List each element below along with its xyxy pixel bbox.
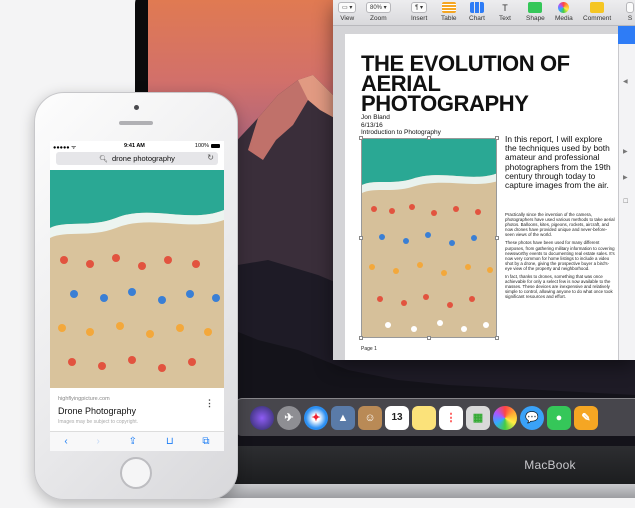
aerial-beach-image: [50, 170, 224, 388]
launchpad-icon[interactable]: ✈: [277, 405, 301, 430]
document-title: THE EVOLUTION OF AERIAL PHOTOGRAPHY: [361, 51, 570, 116]
tabs-icon[interactable]: ⧉: [202, 436, 209, 447]
chevron-right-icon[interactable]: ▶: [623, 148, 628, 155]
document-photo[interactable]: [361, 138, 497, 338]
selection-handle[interactable]: [359, 236, 363, 240]
earpiece-speaker: [119, 121, 153, 125]
photo-booth-icon[interactable]: ▦: [466, 405, 490, 430]
text-tool[interactable]: T Text: [499, 2, 511, 23]
chevron-left-icon[interactable]: ◀: [623, 78, 628, 85]
back-icon[interactable]: ‹: [64, 436, 67, 447]
table-tool[interactable]: Table: [441, 2, 457, 22]
notes-icon[interactable]: [412, 405, 436, 430]
share-icon: [626, 2, 634, 13]
safari-toolbar: ‹ › ⇪ ⊔ ⧉: [50, 431, 224, 451]
document-body: Practically since the invention of the c…: [505, 212, 615, 303]
media-icon: [558, 2, 570, 13]
safari-icon[interactable]: ✦: [304, 405, 328, 430]
macbook-base: [200, 484, 635, 498]
battery-percent: 100%: [194, 143, 209, 149]
document-lead: In this report, I will explore the techn…: [505, 134, 611, 191]
document-page[interactable]: THE EVOLUTION OF AERIAL PHOTOGRAPHY Jon …: [345, 34, 620, 360]
photos-icon[interactable]: [493, 405, 517, 430]
home-button[interactable]: [120, 457, 152, 489]
body-paragraph: These photos have been used for many dif…: [505, 240, 615, 271]
zoom-tool[interactable]: 80% ▾ Zoom: [366, 2, 391, 22]
front-camera: [134, 105, 139, 110]
comment-tool[interactable]: Comment: [583, 2, 611, 22]
facetime-icon[interactable]: ●: [547, 405, 571, 430]
body-paragraph: In fact, thanks to drones, something tha…: [505, 274, 613, 300]
chart-icon: [469, 2, 484, 13]
chevron-right-icon[interactable]: ▶: [623, 174, 628, 181]
view-tool[interactable]: ▭ ▾ View: [338, 2, 357, 22]
document-author: Jon Bland: [361, 114, 390, 121]
copyright-note: Images may be subject to copyright.: [58, 419, 139, 425]
bookmarks-icon[interactable]: ⊔: [166, 436, 174, 447]
reload-icon[interactable]: ↻: [207, 153, 214, 162]
insert-icon: ¶ ▾: [411, 2, 428, 13]
view-icon: ▭ ▾: [338, 2, 357, 13]
aerial-beach-photo: [362, 139, 496, 337]
calendar-icon[interactable]: 13: [385, 405, 409, 430]
shape-icon: [528, 2, 543, 13]
status-time: 9:41 AM: [124, 143, 145, 149]
search-icon: 🔍︎: [99, 155, 108, 163]
result-site: highflyingpicture.com: [58, 396, 110, 402]
media-tool[interactable]: Media: [555, 2, 573, 22]
inspector-tab-active[interactable]: [618, 26, 635, 44]
share-tool[interactable]: S: [626, 2, 634, 22]
siri-icon[interactable]: [250, 405, 274, 430]
safari-search-field[interactable]: 🔍︎ drone photography ↻: [56, 152, 218, 165]
reminders-icon[interactable]: ⋮: [439, 405, 463, 430]
selection-handle[interactable]: [495, 336, 499, 340]
selection-handle[interactable]: [427, 136, 431, 140]
shape-tool[interactable]: Shape: [526, 2, 545, 22]
status-bar: ●●●●● ᯤ 9:41 AM 100%: [50, 141, 224, 151]
format-inspector[interactable]: ◀ ▶ ▶ ☐: [618, 26, 635, 360]
search-query: drone photography: [111, 154, 175, 163]
zoom-select[interactable]: 80% ▾: [366, 2, 391, 13]
table-icon: [441, 2, 456, 13]
image-result-info[interactable]: highflyingpicture.com Drone Photography …: [58, 396, 218, 425]
macbook-label: MacBook: [524, 458, 576, 472]
photo-app-icon[interactable]: ▲: [331, 405, 355, 430]
chart-tool[interactable]: Chart: [469, 2, 485, 22]
more-options-icon[interactable]: ⋮: [205, 398, 214, 409]
checkbox-icon[interactable]: ☐: [623, 198, 628, 205]
result-title: Drone Photography: [58, 406, 137, 416]
body-paragraph: Practically since the invention of the c…: [505, 212, 615, 238]
selection-handle[interactable]: [495, 236, 499, 240]
selection-handle[interactable]: [359, 336, 363, 340]
selection-handle[interactable]: [359, 136, 363, 140]
text-icon: T: [502, 2, 508, 13]
dock: ✈ ✦ ▲ ☺ 13 ⋮ ▦ 💬 ● ✎: [236, 398, 635, 436]
scene: ✈ ✦ ▲ ☺ 13 ⋮ ▦ 💬 ● ✎ MacBook ▭ ▾ View 80…: [0, 0, 635, 508]
document-meta: Jon Bland 6/13/16 Introduction to Photog…: [361, 114, 441, 137]
beach-image[interactable]: [50, 170, 224, 388]
pages-toolbar: ▭ ▾ View 80% ▾ Zoom ¶ ▾ Insert Table Cha…: [333, 0, 635, 26]
selection-handle[interactable]: [495, 136, 499, 140]
selection-handle[interactable]: [427, 336, 431, 340]
messages-icon[interactable]: 💬: [520, 405, 544, 430]
document-date: 6/13/16: [361, 121, 383, 129]
iphone: ●●●●● ᯤ 9:41 AM 100% 🔍︎ drone photograph…: [34, 92, 238, 500]
battery-icon: [211, 144, 220, 148]
carrier-signal: ●●●●● ᯤ: [53, 145, 77, 151]
insert-tool[interactable]: ¶ ▾ Insert: [411, 2, 427, 22]
page-number: Page 1: [361, 346, 377, 352]
pages-icon[interactable]: ✎: [574, 405, 598, 430]
pages-window: ▭ ▾ View 80% ▾ Zoom ¶ ▾ Insert Table Cha…: [333, 0, 635, 360]
document-canvas[interactable]: THE EVOLUTION OF AERIAL PHOTOGRAPHY Jon …: [333, 26, 620, 360]
contacts-icon[interactable]: ☺: [358, 405, 382, 430]
share-icon[interactable]: ⇪: [129, 436, 137, 447]
comment-icon: [590, 2, 605, 13]
forward-icon[interactable]: ›: [97, 436, 100, 447]
iphone-screen: ●●●●● ᯤ 9:41 AM 100% 🔍︎ drone photograph…: [50, 141, 224, 451]
